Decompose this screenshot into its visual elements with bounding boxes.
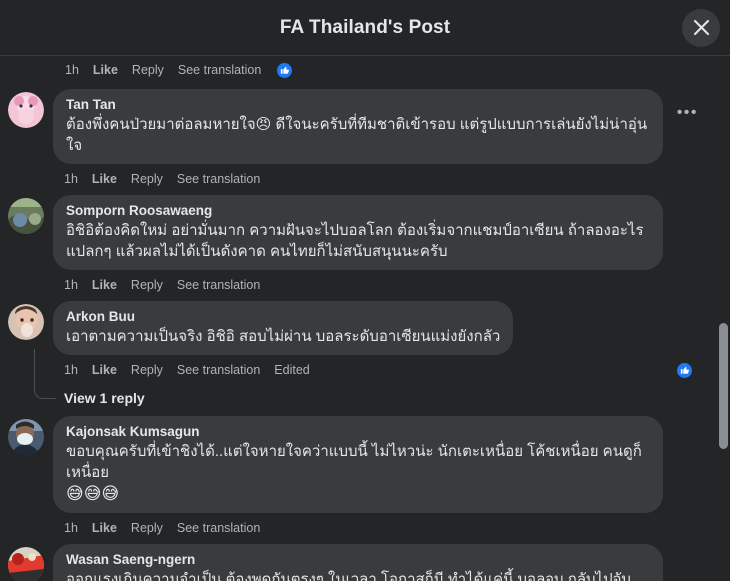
thumbs-up-icon bbox=[680, 366, 689, 374]
comment-timestamp: 1h bbox=[64, 521, 78, 535]
avatar-image bbox=[8, 92, 44, 128]
reply-button[interactable]: Reply bbox=[131, 521, 163, 535]
comment-body: Somporn Roosawaeng อิชิอิต้องคิดใหม่ อย่… bbox=[53, 195, 712, 298]
see-translation-button[interactable]: See translation bbox=[177, 363, 260, 377]
comment-timestamp: 1h bbox=[64, 363, 78, 377]
comment-bubble: Wasan Saeng-ngern ออกแรงเกินความจำเป็น ต… bbox=[53, 544, 663, 581]
like-button[interactable]: Like bbox=[92, 172, 117, 186]
comment-author[interactable]: Kajonsak Kumsagun bbox=[66, 423, 650, 440]
comment-text: ขอบคุณครับที่เข้าชิงได้..แต่ใจหายใจคว่าแ… bbox=[66, 443, 642, 481]
comment-author[interactable]: Tan Tan bbox=[66, 96, 650, 113]
comment-body: Tan Tan ต้องพึ่งคนป่วยมาต่อลมหายใจ😠 ดีใจ… bbox=[53, 89, 712, 192]
comments-list: 1h Like Reply See translation Tan Tan ต้… bbox=[0, 56, 730, 581]
comment-item: Arkon Buu เอาตามความเป็นจริง อิชิอิ สอบไ… bbox=[8, 298, 712, 383]
reply-button[interactable]: Reply bbox=[131, 278, 163, 292]
page-title: FA Thailand's Post bbox=[279, 16, 451, 38]
avatar[interactable] bbox=[8, 419, 44, 455]
see-translation-button[interactable]: See translation bbox=[177, 521, 260, 535]
avatar[interactable] bbox=[8, 92, 44, 128]
comment-item: Kajonsak Kumsagun ขอบคุณครับที่เข้าชิงได… bbox=[8, 413, 712, 541]
close-button[interactable] bbox=[682, 8, 720, 47]
comment-text: เอาตามความเป็นจริง อิชิอิ สอบไม่ผ่าน บอล… bbox=[66, 328, 501, 345]
comment-emoji-line: 😅😅😅 bbox=[66, 484, 120, 503]
comment-body: Wasan Saeng-ngern ออกแรงเกินความจำเป็น ต… bbox=[53, 544, 712, 581]
comment-author[interactable]: Arkon Buu bbox=[66, 308, 500, 325]
dialog-header: FA Thailand's Post bbox=[0, 0, 730, 56]
view-replies-button[interactable]: View 1 reply bbox=[64, 390, 145, 406]
scrollbar-thumb[interactable] bbox=[719, 323, 728, 449]
like-button[interactable]: Like bbox=[92, 278, 117, 292]
comment-bubble: Kajonsak Kumsagun ขอบคุณครับที่เข้าชิงได… bbox=[53, 416, 663, 513]
avatar[interactable] bbox=[8, 547, 44, 581]
comment-item: Tan Tan ต้องพึ่งคนป่วยมาต่อลมหายใจ😠 ดีใจ… bbox=[8, 86, 712, 192]
avatar-image bbox=[8, 419, 44, 455]
comment-text: ออกแรงเกินความจำเป็น ต้องพูดกันตรงๆ ในเว… bbox=[66, 571, 631, 581]
like-button[interactable]: Like bbox=[93, 63, 118, 77]
close-icon bbox=[693, 19, 710, 36]
like-reaction-badge[interactable] bbox=[275, 60, 295, 80]
comment-text: ต้องพึ่งคนป่วยมาต่อลมหายใจ😠 ดีใจนะครับที… bbox=[66, 116, 648, 154]
see-translation-button[interactable]: See translation bbox=[178, 63, 261, 77]
avatar-image bbox=[8, 547, 44, 581]
avatar[interactable] bbox=[8, 198, 44, 234]
comment-options-menu[interactable]: ••• bbox=[677, 105, 698, 121]
edited-label: Edited bbox=[274, 363, 310, 377]
see-translation-button[interactable]: See translation bbox=[177, 278, 260, 292]
comment-item: Somporn Roosawaeng อิชิอิต้องคิดใหม่ อย่… bbox=[8, 192, 712, 298]
comment-author[interactable]: Wasan Saeng-ngern bbox=[66, 551, 650, 568]
avatar-image bbox=[8, 198, 44, 234]
comment-timestamp: 1h bbox=[64, 172, 78, 186]
like-button[interactable]: Like bbox=[92, 363, 117, 377]
comment-body: Kajonsak Kumsagun ขอบคุณครับที่เข้าชิงได… bbox=[53, 416, 712, 541]
comment-actions: 1h Like Reply See translation Edited bbox=[53, 355, 712, 383]
comment-actions: 1h Like Reply See translation bbox=[53, 270, 712, 298]
comment-actions: 1h Like Reply See translation bbox=[53, 164, 712, 192]
post-comments-dialog: FA Thailand's Post 1h Like Reply See tra… bbox=[0, 0, 730, 581]
comment-bubble: Tan Tan ต้องพึ่งคนป่วยมาต่อลมหายใจ😠 ดีใจ… bbox=[53, 89, 663, 164]
comment-text: อิชิอิต้องคิดใหม่ อย่ามั่นมาก ความฝันจะไ… bbox=[66, 222, 644, 260]
avatar[interactable] bbox=[8, 304, 44, 340]
comment-body: Arkon Buu เอาตามความเป็นจริง อิชิอิ สอบไ… bbox=[53, 301, 712, 383]
comment-bubble: Arkon Buu เอาตามความเป็นจริง อิชิอิ สอบไ… bbox=[53, 301, 514, 355]
comment-bubble: Somporn Roosawaeng อิชิอิต้องคิดใหม่ อย่… bbox=[53, 195, 663, 270]
comment-author[interactable]: Somporn Roosawaeng bbox=[66, 202, 650, 219]
comment-actions: 1h Like Reply See translation bbox=[53, 513, 712, 541]
see-translation-button[interactable]: See translation bbox=[177, 172, 260, 186]
reply-thread-connector bbox=[34, 349, 56, 399]
thumbs-up-icon bbox=[280, 66, 289, 74]
avatar-image bbox=[8, 304, 44, 340]
reply-button[interactable]: Reply bbox=[132, 63, 164, 77]
reply-button[interactable]: Reply bbox=[131, 363, 163, 377]
three-dots-icon: ••• bbox=[676, 104, 698, 121]
comment-timestamp: 1h bbox=[64, 278, 78, 292]
view-replies-row: View 1 reply bbox=[8, 349, 712, 413]
like-button[interactable]: Like bbox=[92, 521, 117, 535]
comment-actions-partial: 1h Like Reply See translation bbox=[8, 56, 712, 86]
reply-button[interactable]: Reply bbox=[131, 172, 163, 186]
scrollbar-track[interactable] bbox=[716, 56, 730, 581]
comment-item: Wasan Saeng-ngern ออกแรงเกินความจำเป็น ต… bbox=[8, 541, 712, 581]
like-reaction-badge[interactable] bbox=[675, 360, 694, 380]
comment-timestamp: 1h bbox=[65, 63, 79, 77]
